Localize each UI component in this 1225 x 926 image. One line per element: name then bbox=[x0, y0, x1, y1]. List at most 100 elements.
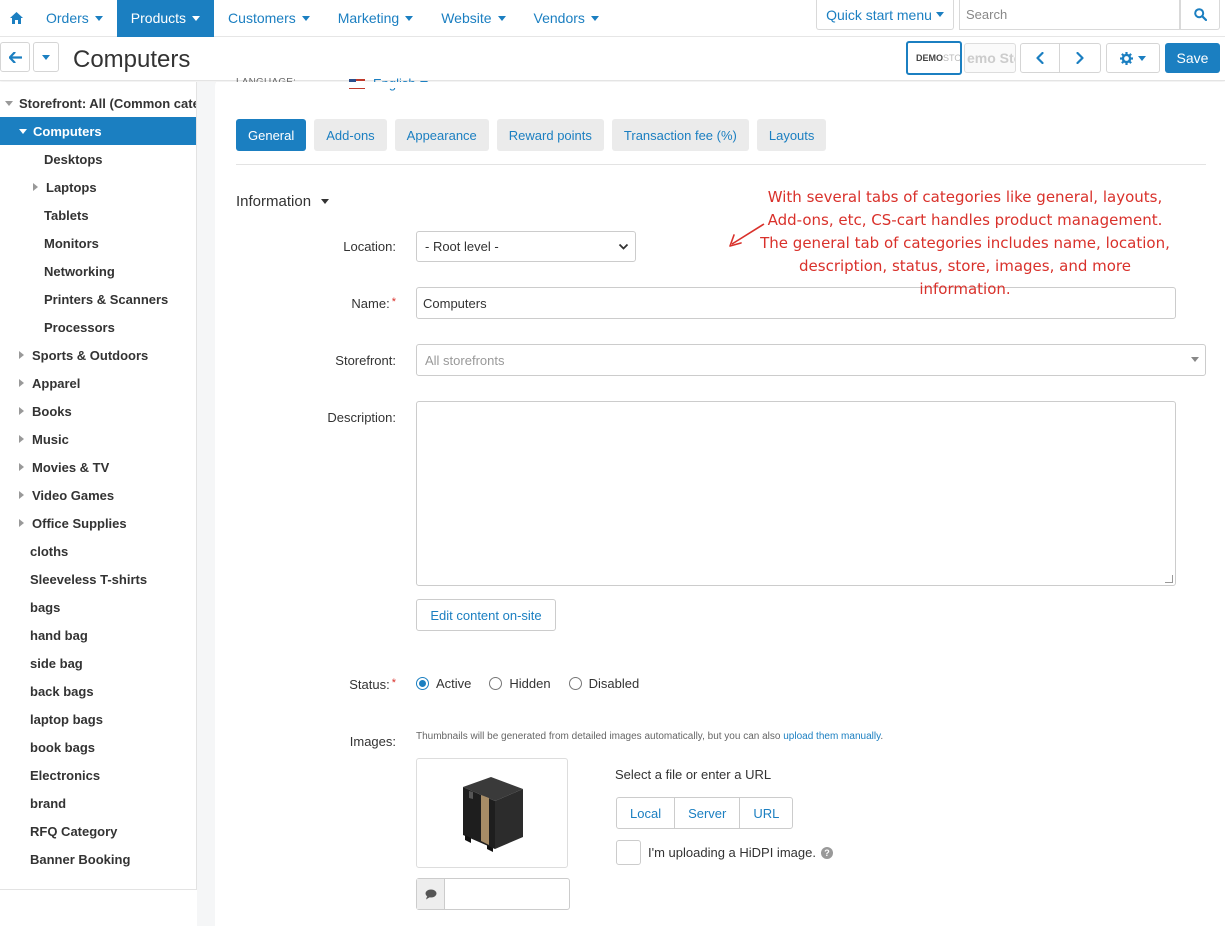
information-section-toggle[interactable]: Information bbox=[236, 193, 330, 210]
sidebar-item[interactable]: Monitors bbox=[0, 229, 196, 257]
nav-website[interactable]: Website bbox=[427, 0, 519, 37]
upload-manually-link[interactable]: upload them manually bbox=[783, 731, 880, 742]
sidebar-item[interactable]: laptop bags bbox=[0, 705, 196, 733]
expand-toggle-icon[interactable] bbox=[19, 435, 24, 443]
required-mark: * bbox=[391, 677, 396, 689]
upload-local-button[interactable]: Local bbox=[616, 797, 676, 829]
hidpi-checkbox[interactable] bbox=[616, 840, 641, 865]
sidebar-item-label: Tablets bbox=[44, 207, 89, 223]
sidebar-item[interactable]: Sleeveless T-shirts bbox=[0, 565, 196, 593]
status-hidden-label[interactable]: Hidden bbox=[509, 676, 550, 691]
sidebar-item[interactable]: Tablets bbox=[0, 201, 196, 229]
save-button[interactable]: Save bbox=[1165, 43, 1220, 73]
status-disabled-radio[interactable] bbox=[568, 677, 582, 690]
nav-marketing[interactable]: Marketing bbox=[324, 0, 427, 37]
sidebar-item-label: Music bbox=[32, 431, 69, 447]
location-select[interactable]: - Root level - bbox=[416, 231, 636, 262]
sidebar-item[interactable]: bags bbox=[0, 593, 196, 621]
sidebar-item[interactable]: Movies & TV bbox=[0, 453, 196, 481]
question-icon[interactable]: ? bbox=[820, 846, 833, 859]
comment-icon bbox=[417, 879, 445, 909]
sidebar-item[interactable]: Apparel bbox=[0, 369, 196, 397]
search-input[interactable] bbox=[959, 0, 1180, 30]
collapse-toggle-icon[interactable] bbox=[5, 100, 13, 106]
sidebar-item[interactable]: Sports & Outdoors bbox=[0, 341, 196, 369]
tab-addons[interactable]: Add-ons bbox=[314, 119, 387, 151]
sidebar-item[interactable]: Printers & Scanners bbox=[0, 285, 196, 313]
expand-toggle-icon[interactable] bbox=[19, 407, 24, 415]
sidebar-item[interactable]: Storefront: All (Common categories) bbox=[0, 89, 196, 117]
sidebar-item[interactable]: Networking bbox=[0, 257, 196, 285]
sidebar-item[interactable]: Processors bbox=[0, 313, 196, 341]
sidebar-item[interactable]: Video Games bbox=[0, 481, 196, 509]
category-image-preview[interactable] bbox=[416, 758, 568, 868]
upload-server-button[interactable]: Server bbox=[674, 797, 741, 829]
sidebar-item-label: Movies & TV bbox=[32, 459, 110, 475]
status-active-label[interactable]: Active bbox=[436, 676, 471, 691]
nav-products[interactable]: Products bbox=[116, 0, 215, 37]
storefront-preview-button[interactable]: emo Sto bbox=[964, 43, 1016, 73]
sidebar-item[interactable]: Desktops bbox=[0, 145, 196, 173]
tab-layouts[interactable]: Layouts bbox=[756, 119, 827, 151]
expand-toggle-icon[interactable] bbox=[19, 491, 24, 499]
status-active-radio[interactable] bbox=[416, 677, 429, 690]
settings-dropdown-button[interactable] bbox=[1106, 43, 1160, 73]
sidebar-item[interactable]: back bags bbox=[0, 677, 196, 705]
sidebar-item[interactable]: Office Supplies bbox=[0, 509, 196, 537]
status-disabled-label[interactable]: Disabled bbox=[589, 676, 640, 691]
edit-content-onsite-button[interactable]: Edit content on-site bbox=[416, 599, 556, 631]
name-label: Name: * bbox=[351, 296, 396, 311]
sidebar-item[interactable]: brand bbox=[0, 789, 196, 817]
expand-toggle-icon[interactable] bbox=[19, 351, 24, 359]
caret-down-icon bbox=[405, 15, 414, 21]
sidebar-item-label: cloths bbox=[30, 543, 69, 559]
sidebar-item[interactable]: cloths bbox=[0, 537, 196, 565]
nav-customers[interactable]: Customers bbox=[214, 0, 324, 37]
description-textarea[interactable] bbox=[416, 401, 1176, 586]
home-icon[interactable] bbox=[0, 0, 32, 37]
tab-appearance[interactable]: Appearance bbox=[394, 119, 489, 151]
tab-general[interactable]: General bbox=[236, 119, 307, 151]
hidpi-label[interactable]: I'm uploading a HiDPI image. bbox=[648, 845, 816, 860]
search-icon bbox=[1193, 8, 1207, 21]
expand-toggle-icon[interactable] bbox=[19, 463, 24, 471]
tab-reward-points[interactable]: Reward points bbox=[496, 119, 604, 151]
quick-start-menu[interactable]: Quick start menu bbox=[816, 0, 954, 30]
status-hidden-radio[interactable] bbox=[489, 677, 503, 690]
caret-down-icon bbox=[42, 54, 50, 60]
nav-vendors[interactable]: Vendors bbox=[520, 0, 613, 37]
sidebar-item[interactable]: Laptops bbox=[0, 173, 196, 201]
expand-toggle-icon[interactable] bbox=[19, 379, 24, 387]
storefront-select[interactable]: All storefronts bbox=[416, 344, 1206, 376]
next-button[interactable] bbox=[1060, 43, 1101, 73]
caret-down-icon bbox=[192, 15, 201, 21]
sidebar-item[interactable]: Music bbox=[0, 425, 196, 453]
expand-toggle-icon[interactable] bbox=[19, 519, 24, 527]
sidebar-item-label: book bags bbox=[30, 739, 96, 755]
sidebar-item[interactable]: Books bbox=[0, 397, 196, 425]
previous-button[interactable] bbox=[1020, 43, 1060, 73]
demo-store-logo[interactable]: DEMO STO bbox=[906, 41, 962, 75]
desktop-computer-image bbox=[463, 777, 523, 852]
sidebar-item-label: brand bbox=[30, 795, 67, 811]
image-alt-text-field[interactable] bbox=[416, 878, 570, 910]
sidebar-item[interactable]: hand bag bbox=[0, 621, 196, 649]
sidebar-item[interactable]: Banner Booking bbox=[0, 845, 196, 873]
sidebar-item[interactable]: side bag bbox=[0, 649, 196, 677]
sidebar-item[interactable]: Computers bbox=[0, 117, 196, 145]
resize-handle[interactable] bbox=[1165, 575, 1173, 583]
nav-orders[interactable]: Orders bbox=[32, 0, 117, 37]
back-button[interactable] bbox=[0, 42, 30, 72]
collapse-toggle-icon[interactable] bbox=[19, 128, 27, 134]
tab-transaction-fee[interactable]: Transaction fee (%) bbox=[611, 119, 749, 151]
search-button[interactable] bbox=[1180, 0, 1220, 30]
back-dropdown[interactable] bbox=[33, 42, 59, 72]
expand-toggle-icon[interactable] bbox=[33, 183, 38, 191]
sidebar-item[interactable]: RFQ Category bbox=[0, 817, 196, 845]
category-tabs: General Add-ons Appearance Reward points… bbox=[236, 119, 834, 151]
sidebar-item[interactable]: Electronics bbox=[0, 761, 196, 789]
upload-url-button[interactable]: URL bbox=[739, 797, 794, 829]
sidebar-item-label: Books bbox=[32, 403, 72, 419]
sidebar-item[interactable]: book bags bbox=[0, 733, 196, 761]
sidebar-item-label: Sleeveless T-shirts bbox=[30, 571, 148, 587]
